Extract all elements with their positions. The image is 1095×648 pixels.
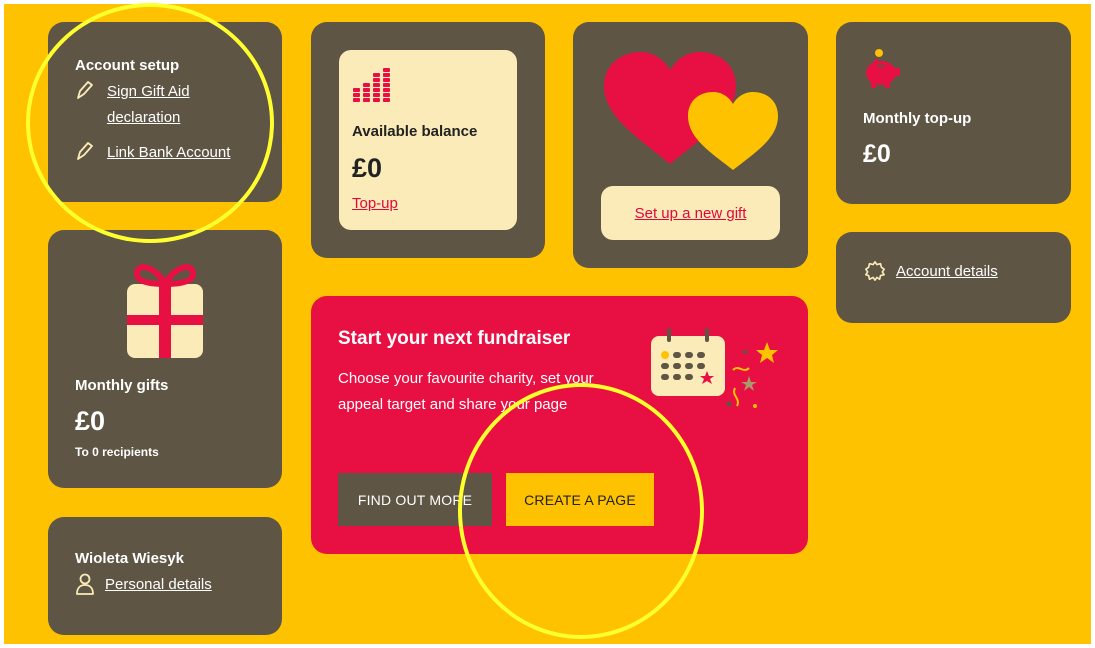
gear-icon bbox=[865, 261, 885, 281]
create-a-page-button[interactable]: CREATE A PAGE bbox=[506, 473, 654, 526]
account-setup-card: Account setup Sign Gift Aid declaration … bbox=[48, 22, 282, 202]
person-icon bbox=[76, 573, 94, 595]
find-out-more-button[interactable]: FIND OUT MORE bbox=[338, 473, 492, 526]
top-up-link[interactable]: Top-up bbox=[352, 195, 398, 212]
balance-panel: Available balance £0 Top-up bbox=[339, 50, 517, 230]
available-balance-label: Available balance bbox=[352, 123, 478, 140]
gift-box-icon bbox=[127, 264, 203, 358]
personal-details-link[interactable]: Personal details bbox=[105, 576, 212, 593]
monthly-gifts-label: Monthly gifts bbox=[75, 377, 169, 394]
coin-stacks-icon bbox=[353, 68, 390, 102]
monthly-topup-card: Monthly top-up £0 bbox=[836, 22, 1071, 204]
piggy-bank-icon bbox=[866, 49, 900, 88]
balance-card: Available balance £0 Top-up bbox=[311, 22, 545, 258]
sign-gift-aid-line1: Sign Gift Aid bbox=[107, 83, 190, 100]
hearts-icon bbox=[604, 52, 778, 170]
fundraiser-heading: Start your next fundraiser bbox=[338, 328, 571, 349]
link-bank-row: Link Bank Account bbox=[75, 140, 230, 166]
monthly-gifts-amount: £0 bbox=[75, 406, 106, 436]
calendar-confetti-icon bbox=[651, 328, 778, 408]
fundraiser-card: Start your next fundraiser Choose your f… bbox=[311, 296, 808, 554]
account-setup-title: Account setup bbox=[75, 57, 180, 74]
new-gift-card: Set up a new gift bbox=[573, 22, 808, 268]
pencil-icon bbox=[77, 142, 93, 160]
account-details-link[interactable]: Account details bbox=[896, 263, 998, 280]
personal-details-row: Personal details bbox=[75, 573, 212, 595]
profile-card: Wioleta Wiesyk Personal details bbox=[48, 517, 282, 635]
user-name: Wioleta Wiesyk bbox=[75, 550, 184, 567]
monthly-gifts-recipients: To 0 recipients bbox=[75, 445, 159, 459]
sign-gift-aid-line2: declaration bbox=[107, 109, 181, 126]
link-bank-account-link[interactable]: Link Bank Account bbox=[107, 140, 230, 166]
monthly-gifts-card: Monthly gifts £0 To 0 recipients bbox=[48, 230, 282, 488]
sign-gift-aid-row: Sign Gift Aid declaration bbox=[75, 79, 190, 131]
account-details-row: Account details bbox=[864, 260, 998, 282]
pencil-icon bbox=[77, 81, 93, 99]
account-details-card: Account details bbox=[836, 232, 1071, 323]
sign-gift-aid-link[interactable]: Sign Gift Aid declaration bbox=[107, 79, 190, 131]
monthly-topup-amount: £0 bbox=[863, 140, 891, 168]
set-up-new-gift-button[interactable]: Set up a new gift bbox=[601, 186, 780, 240]
monthly-topup-label: Monthly top-up bbox=[863, 110, 972, 127]
fundraiser-description: Choose your favourite charity, set your … bbox=[338, 370, 594, 413]
available-balance-amount: £0 bbox=[352, 153, 383, 183]
